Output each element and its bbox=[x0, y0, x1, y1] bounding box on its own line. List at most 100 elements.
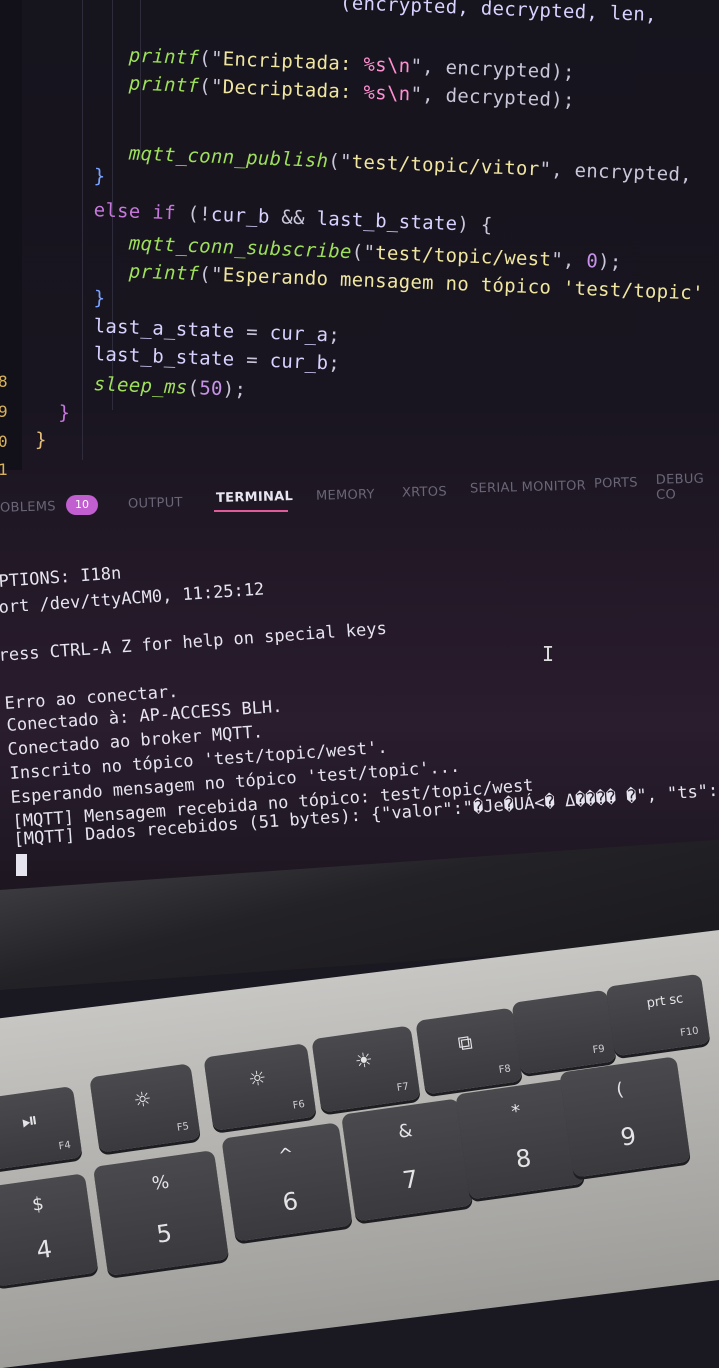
key-label: 8 bbox=[513, 1144, 534, 1174]
key-sublabel: F4 bbox=[58, 1139, 72, 1153]
code-token: } bbox=[93, 165, 106, 188]
key-label: 4 bbox=[34, 1234, 54, 1265]
key-sublabel: F8 bbox=[498, 1063, 512, 1076]
code-token: (! bbox=[187, 202, 212, 226]
code-token: 0 bbox=[585, 250, 599, 273]
code-token: %s\n bbox=[363, 53, 411, 78]
code-line: } bbox=[11, 400, 71, 424]
key-shift-label: ( bbox=[614, 1078, 625, 1101]
tab-ports[interactable]: PORTS bbox=[594, 475, 638, 491]
key-sublabel: F6 bbox=[292, 1098, 306, 1112]
code-token: cur_b bbox=[210, 203, 282, 229]
key-k4[interactable]: 4 $ bbox=[0, 1173, 99, 1287]
code-token: } bbox=[58, 401, 71, 425]
key-k9[interactable]: 9( bbox=[559, 1056, 691, 1178]
code-token: ", encrypted, bbox=[539, 158, 693, 187]
key-label: 9 bbox=[618, 1122, 638, 1153]
code-token: } bbox=[34, 428, 48, 452]
key-sublabel: F7 bbox=[396, 1081, 410, 1094]
tab-serial-monitor[interactable]: SERIAL MONITOR bbox=[470, 478, 586, 496]
terminal-cursor bbox=[16, 854, 27, 876]
code-token: && bbox=[280, 206, 318, 230]
code-token: printf bbox=[128, 260, 200, 286]
tab-oblems[interactable]: OBLEMS bbox=[0, 499, 56, 515]
code-token: ); bbox=[597, 250, 623, 274]
key-sublabel: F9 bbox=[591, 1043, 606, 1057]
code-token: (" bbox=[327, 150, 353, 174]
terminal-line: ress CTRL-A Z for help on special keys bbox=[0, 618, 388, 666]
code-token: } bbox=[93, 287, 106, 310]
key-label: 5 bbox=[154, 1218, 174, 1249]
code-token: sleep_ms bbox=[93, 373, 188, 399]
code-line: } bbox=[11, 162, 106, 188]
code-token: = bbox=[245, 349, 271, 372]
code-token: %s\n bbox=[363, 81, 411, 106]
key-shift-label: % bbox=[150, 1172, 171, 1196]
key-sublabel: F5 bbox=[176, 1121, 190, 1134]
code-token: (" bbox=[198, 263, 224, 287]
key-f9[interactable]: F9 bbox=[511, 989, 617, 1075]
function-key-icon: ⏯ bbox=[20, 1107, 40, 1134]
code-token: printf bbox=[128, 44, 200, 70]
code-token: last_a_state bbox=[93, 315, 247, 343]
code-token: else if bbox=[93, 199, 188, 225]
active-tab-indicator bbox=[214, 510, 288, 512]
code-line: sleep_ms(50); bbox=[11, 370, 246, 401]
code-token: last_b_state bbox=[93, 343, 247, 371]
key-sublabel: F10 bbox=[679, 1025, 700, 1040]
function-key-icon: ☼ bbox=[246, 1065, 268, 1092]
key-k5[interactable]: 5% bbox=[92, 1150, 230, 1276]
code-token: 50 bbox=[198, 377, 224, 401]
tab-xrtos[interactable]: XRTOS bbox=[402, 484, 447, 500]
code-token: ; bbox=[327, 324, 341, 347]
key-label: 6 bbox=[280, 1187, 300, 1217]
code-token: ", bbox=[550, 248, 587, 273]
function-key-icon: prt sc bbox=[645, 991, 685, 1012]
code-token: ", encrypted); bbox=[410, 55, 576, 84]
key-f5[interactable]: ☼ F5 bbox=[89, 1063, 201, 1153]
code-token: mqtt_conn_publish bbox=[128, 142, 329, 173]
tab-terminal[interactable]: TERMINAL bbox=[216, 489, 294, 506]
code-token: Decriptada: bbox=[222, 76, 364, 104]
key-shift-label: * bbox=[510, 1100, 522, 1123]
code-token: ", decrypted); bbox=[410, 83, 576, 112]
key-shift-label: & bbox=[396, 1120, 414, 1143]
code-token: Esperando mensagem no tópico 'test/topic… bbox=[222, 264, 705, 305]
problems-count-badge: 10 bbox=[66, 495, 98, 515]
tab-debug-co[interactable]: DEBUG CO bbox=[656, 471, 719, 503]
code-token: (" bbox=[198, 75, 224, 99]
key-k6[interactable]: 6 ^ bbox=[221, 1122, 353, 1242]
code-token: cur_a bbox=[269, 321, 329, 347]
tab-memory[interactable]: MEMORY bbox=[316, 487, 375, 504]
code-token: ); bbox=[222, 378, 247, 401]
terminal-line: PTIONS: I18n bbox=[0, 563, 122, 592]
code-line: last_b_state = cur_b; bbox=[11, 340, 341, 375]
code-token: test/topic/west bbox=[374, 241, 552, 271]
code-line: } bbox=[11, 428, 48, 452]
code-line: mqtt_conn_publish("test/topic/vitor", en… bbox=[11, 138, 693, 187]
key-shift-label: $ bbox=[30, 1193, 46, 1216]
code-token: Encriptada: bbox=[222, 48, 364, 76]
code-token: ( bbox=[187, 376, 200, 400]
function-key-icon: ☀ bbox=[353, 1047, 375, 1074]
tab-output[interactable]: OUTPUT bbox=[128, 495, 183, 511]
line-number: 8 bbox=[0, 372, 8, 391]
key-f8[interactable]: ⧉ F8 bbox=[415, 1007, 523, 1095]
key-shift-label: ^ bbox=[277, 1143, 295, 1167]
key-f4[interactable]: ⏯ F4 bbox=[0, 1085, 83, 1171]
code-token: ; bbox=[327, 352, 341, 375]
code-token: test/topic/vitor bbox=[351, 151, 540, 181]
key-label: 7 bbox=[400, 1165, 420, 1196]
code-token: cur_b bbox=[269, 349, 329, 375]
key-f7[interactable]: ☀ F7 bbox=[311, 1025, 421, 1113]
code-token: ) { bbox=[456, 213, 493, 237]
code-token: mqtt_conn_subscribe bbox=[128, 232, 353, 264]
code-token: (" bbox=[198, 47, 224, 71]
code-token: last_b_state bbox=[316, 207, 458, 236]
function-key-icon: ☼ bbox=[131, 1085, 154, 1113]
code-token: printf bbox=[128, 72, 200, 98]
key-k7[interactable]: 7 & bbox=[341, 1098, 473, 1222]
key-f6[interactable]: ☼ F6 bbox=[203, 1043, 317, 1131]
key-f10[interactable]: prt sc F10 bbox=[605, 973, 711, 1057]
ibeam-cursor-icon: I bbox=[542, 642, 555, 666]
